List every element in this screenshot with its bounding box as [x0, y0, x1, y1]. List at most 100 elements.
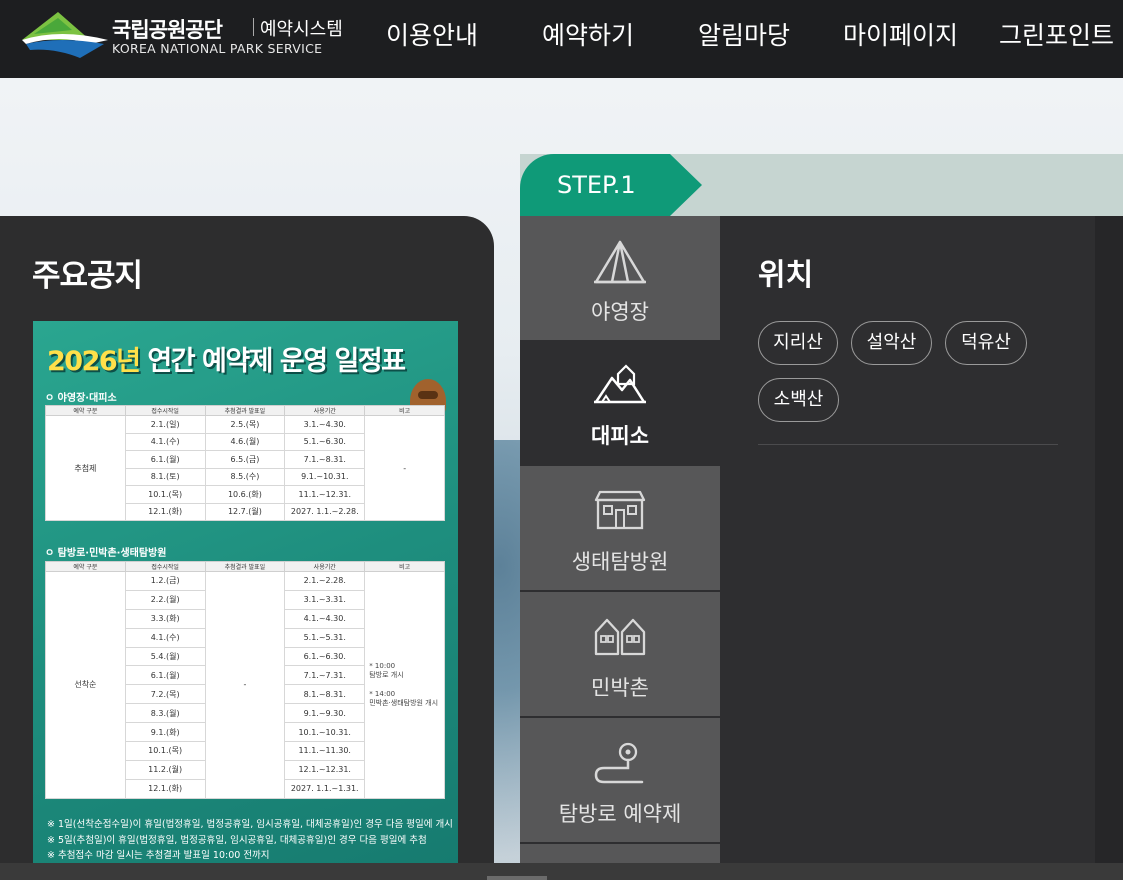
table-cell: 2.5.(목) [204, 415, 286, 434]
table-cell: 10.6.(화) [204, 485, 286, 504]
category-campsite[interactable]: 야영장 [520, 216, 720, 340]
site-logo[interactable]: 국립공원공단 예약시스템 KOREA NATIONAL PARK SERVICE [20, 10, 343, 62]
location-chip-deogyusan[interactable]: 덕유산 [945, 321, 1027, 365]
table-cell: 12.1.(화) [124, 502, 206, 521]
category-label: 야영장 [591, 300, 649, 324]
table-cell: 10.1.~10.31. [284, 722, 366, 743]
table-cell: 추첨제 [45, 415, 126, 521]
poster-title-rest: 연간 예약제 운영 일정표 [139, 346, 406, 377]
logo-system-name: 예약시스템 [260, 19, 343, 40]
notice-title: 주요공지 [32, 258, 143, 294]
table-cell: 8.5.(수) [204, 467, 286, 486]
scrollbar-thumb[interactable] [487, 876, 547, 880]
divider [758, 444, 1058, 445]
table-cell: 5.4.(월) [124, 646, 206, 667]
table-cell: 12.7.(월) [204, 502, 286, 521]
category-label: 탐방로 예약제 [558, 802, 682, 826]
table-cell: 2.1.~2.28. [284, 571, 366, 591]
table-cell: 8.3.(월) [124, 703, 206, 724]
table-cell: 6.1.(월) [124, 450, 206, 469]
schedule-table-camping-shelter: 예약 구분 접수시작일 추첨결과 발표일 사용기간 비고 추첨제 2.1.(일)… [45, 405, 445, 521]
horizontal-scrollbar[interactable] [0, 863, 1123, 880]
table-cell: 11.1.~11.30. [284, 741, 366, 761]
table-header: 비고 [364, 405, 445, 416]
table-cell: 11.1.~12.31. [284, 485, 366, 504]
lodging-icon [594, 618, 646, 656]
table-cell: 2.1.(일) [124, 415, 206, 434]
table-cell: 10.1.(목) [124, 741, 206, 761]
table-header: 사용기간 [284, 405, 366, 416]
table-cell: 5.1.~6.30. [284, 432, 366, 451]
table-cell: 9.1.(화) [124, 722, 206, 743]
table-cell: 6.1.~6.30. [284, 646, 366, 667]
table-cell: 4.1.(수) [124, 432, 206, 451]
table-header: 비고 [364, 561, 445, 572]
note-desc: 민박촌·생태탐방원 개시 [369, 698, 439, 707]
table-cell: 2027. 1.1.~2.28. [284, 502, 366, 521]
site-header: 국립공원공단 예약시스템 KOREA NATIONAL PARK SERVICE… [0, 0, 1123, 78]
table-note-cell: * 10:00 탐방로 개시 * 14:00 민박촌·생태탐방원 개시 [364, 571, 445, 799]
knps-logo-icon [22, 12, 108, 58]
nav-mypage[interactable]: 마이페이지 [843, 16, 958, 52]
logo-divider [253, 18, 254, 36]
table-header: 사용기간 [284, 561, 366, 572]
table-header: 접수시작일 [124, 405, 206, 416]
poster-section-label: ㅇ 탐방로·민박촌·생태탐방원 [45, 548, 167, 559]
table-cell: 3.1.~4.30. [284, 415, 366, 434]
category-lodging[interactable]: 민박촌 [520, 592, 720, 716]
location-chip-sobaeksan[interactable]: 소백산 [758, 378, 839, 422]
table-cell: 1.2.(금) [124, 571, 206, 591]
table-cell: 8.1.(토) [124, 467, 206, 486]
table-header: 접수시작일 [124, 561, 206, 572]
poster-section-label: ㅇ 야영장·대피소 [45, 393, 117, 404]
note-desc: 탐방로 개시 [369, 670, 404, 679]
table-cell: 5.1.~5.31. [284, 627, 366, 648]
poster-footnotes: ※ 1일(선착순접수일)이 휴일(법정휴일, 법정공휴일, 임시공휴일, 대체공… [47, 817, 453, 864]
category-eco-center[interactable]: 생태탐방원 [520, 466, 720, 590]
nav-notice-board[interactable]: 알림마당 [698, 16, 790, 52]
note-time: * 14:00 [369, 689, 396, 698]
next-step-panel-edge [1095, 216, 1123, 880]
table-cell: 10.1.(목) [124, 485, 206, 504]
tent-icon [594, 240, 646, 284]
footnote: ※ 5일(추첨일)이 휴일(법정휴일, 법정공휴일, 임시공휴일, 대체공휴일)… [47, 834, 427, 846]
table-cell: 6.1.(월) [124, 665, 206, 686]
table-cell: 선착순 [45, 571, 126, 799]
table-cell: 7.1.~8.31. [284, 450, 366, 469]
table-cell: 6.5.(금) [204, 450, 286, 469]
table-cell: 4.1.~4.30. [284, 608, 366, 629]
footnote: ※ 1일(선착순접수일)이 휴일(법정휴일, 법정공휴일, 임시공휴일, 대체공… [47, 819, 453, 830]
step-label: STEP.1 [557, 171, 636, 199]
nav-green-point[interactable]: 그린포인트 [999, 16, 1114, 52]
shelter-icon [594, 364, 646, 404]
location-title: 위치 [758, 258, 814, 293]
nav-usage-guide[interactable]: 이용안내 [386, 16, 478, 52]
table-cell: 7.1.~7.31. [284, 665, 366, 686]
category-trail-reservation[interactable]: 탐방로 예약제 [520, 718, 720, 842]
category-label: 대피소 [591, 424, 649, 448]
trail-icon [594, 742, 644, 784]
table-cell: 2027. 1.1.~1.31. [284, 778, 366, 799]
location-chip-seoraksan[interactable]: 설악산 [851, 321, 932, 365]
table-cell: 3.1.~3.31. [284, 589, 366, 610]
table-header: 추첨결과 발표일 [204, 405, 286, 416]
notice-poster[interactable]: 2026년 연간 예약제 운영 일정표 ㅇ 야영장·대피소 예약 구분 접수시작… [33, 321, 458, 880]
table-cell: 2.2.(월) [124, 589, 206, 610]
nav-reservation[interactable]: 예약하기 [542, 16, 634, 52]
table-header: 예약 구분 [45, 405, 126, 416]
table-cell: 8.1.~8.31. [284, 684, 366, 705]
category-label: 생태탐방원 [571, 550, 669, 574]
note-time: * 10:00 [369, 661, 396, 670]
category-list: 야영장 대피소 생태탐방원 민박촌 탐방로 예약제 [520, 216, 720, 880]
table-cell: 12.1.(화) [124, 778, 206, 799]
table-cell: 12.1.~12.31. [284, 759, 366, 780]
poster-title-year: 2026년 [47, 346, 141, 377]
schedule-table-trail-lodging: 예약 구분 접수시작일 추첨결과 발표일 사용기간 비고 선착순 1.2.(금)… [45, 561, 445, 799]
logo-korean-name: 국립공원공단 [112, 18, 223, 42]
main-notice-panel: 주요공지 2026년 연간 예약제 운영 일정표 ㅇ 야영장·대피소 예약 구분… [0, 216, 494, 880]
table-cell: 3.3.(화) [124, 608, 206, 629]
eco-center-icon [594, 490, 646, 530]
category-shelter[interactable]: 대피소 [520, 340, 720, 464]
location-chip-jirisan[interactable]: 지리산 [758, 321, 838, 365]
table-cell: - [204, 571, 286, 799]
